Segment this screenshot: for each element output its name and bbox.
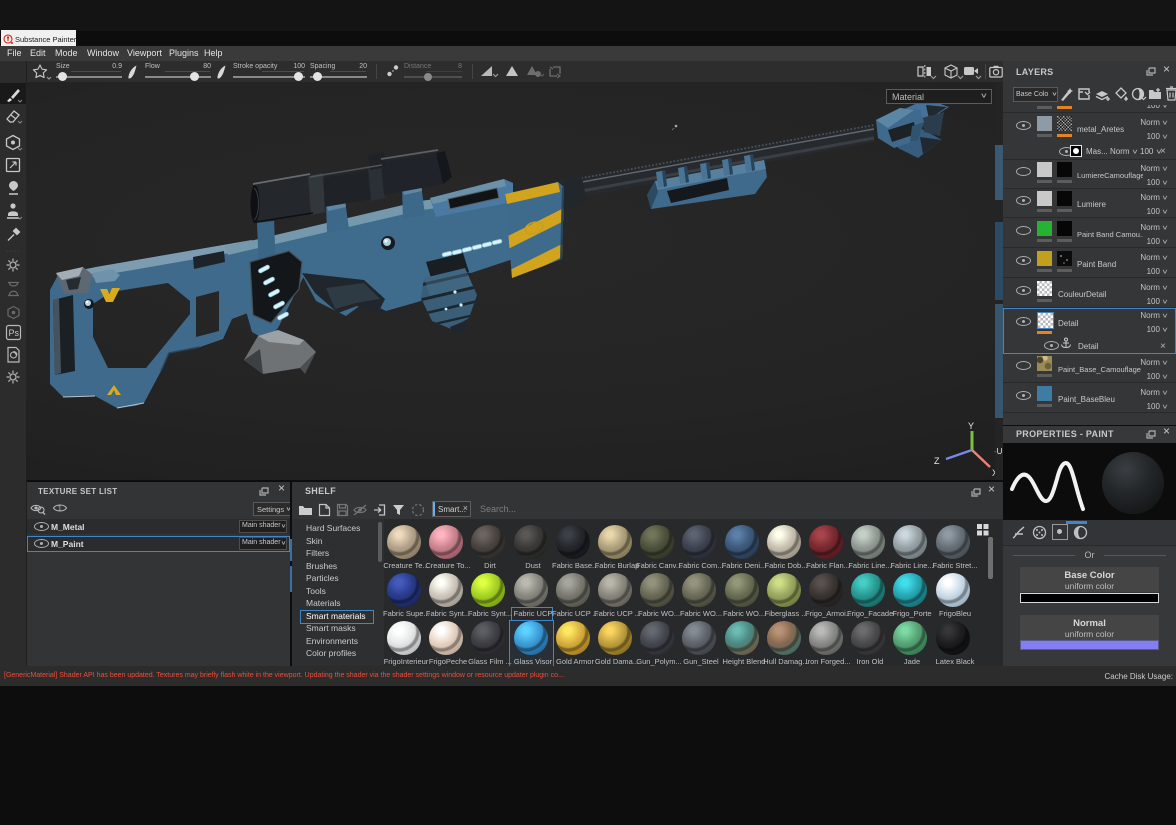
- svg-text:Y: Y: [968, 421, 974, 431]
- svg-text:Ps: Ps: [9, 328, 20, 338]
- svg-text:Z: Z: [934, 456, 940, 466]
- svg-text:1: 1: [58, 504, 63, 513]
